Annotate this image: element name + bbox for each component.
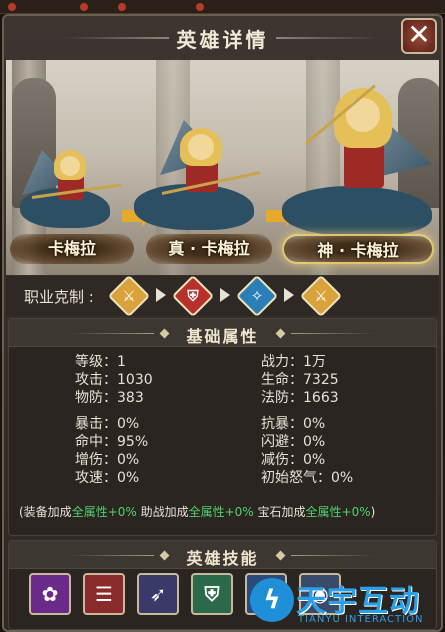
stat-level: 等级：1 [75,354,126,370]
skill-3-icon[interactable]: ➶ [137,573,179,615]
watermark-logo-icon: ϟ [250,578,294,622]
stat-magic-defense: 法防：1663 [261,390,339,406]
hero-skills-header: 英雄技能 [9,541,436,569]
stat-damage-boost: 增伤：0% [75,452,140,468]
attribute-bonus-summary: (装备加成全属性+0% 助战加成全属性+0% 宝石加成全属性+0%) [19,505,376,519]
skill-4-icon[interactable]: ⛨ [191,573,233,615]
panel-header: 英雄详情 ✕ [4,16,441,58]
watermark-subtext: TIANYU INTERACTION [298,614,424,625]
status-dot [118,3,126,11]
stat-power: 战力：1万 [261,354,326,370]
skill-2-icon[interactable]: ☰ [83,573,125,615]
stat-hit: 命中：95% [75,434,149,450]
rider-face [188,134,214,160]
stat-initial-rage: 初始怒气：0% [261,470,354,486]
stat-crit: 暴击：0% [75,416,140,432]
status-dot [80,3,88,11]
stage-3-name: 神 · 卡梅拉 [282,234,434,264]
stat-crit-resist: 抗暴：0% [261,416,326,432]
status-dot [196,3,204,11]
stat-physical-defense: 物防：383 [75,390,144,406]
watermark: ϟ 天宇互动 TIANYU INTERACTION [250,574,445,632]
header-ornament-right [276,37,381,39]
skill-1-icon[interactable]: ✿ [29,573,71,615]
stage-2-name: 真 · 卡梅拉 [146,234,272,264]
class-counter-label: 职业克制 : [24,288,94,306]
shield-class-icon[interactable]: ⛨ [171,274,215,318]
stat-hp: 生命：7325 [261,372,339,388]
stat-dodge: 闪避：0% [261,434,326,450]
lance-class-icon[interactable]: ⚔ [107,274,151,318]
counter-arrow-icon [156,288,166,302]
base-attributes-title: 基础属性 [186,327,259,346]
hero-detail-panel: 英雄详情 ✕ 卡梅拉 真 · 卡梅拉 神 · 卡梅拉 职业克制: ⚔ ⛨ ✧ … [2,14,443,632]
hero-stage-3-portrait[interactable] [276,82,438,252]
status-dot [8,3,16,11]
rider-face [60,156,80,176]
lance-class-icon-2[interactable]: ⚔ [299,274,343,318]
evolution-banner: 卡梅拉 真 · 卡梅拉 神 · 卡梅拉 [6,60,439,275]
close-button[interactable]: ✕ [401,18,437,54]
stat-attack: 攻击：1030 [75,372,153,388]
stage-1-name: 卡梅拉 [10,234,134,264]
magic-class-icon[interactable]: ✧ [235,274,279,318]
base-attributes-section: 基础属性 等级：1 攻击：1030 物防：383 暴击：0% 命中：95% 增伤… [8,318,437,536]
counter-arrow-icon [220,288,230,302]
stat-attack-speed: 攻速：0% [75,470,140,486]
section-ornament [291,333,376,334]
hero-stage-2-portrait[interactable] [126,120,266,250]
hero-skills-title: 英雄技能 [186,549,259,568]
section-ornament [291,555,376,556]
top-strip [0,0,445,14]
counter-arrow-icon [284,288,294,302]
stat-damage-reduction: 减伤：0% [261,452,326,468]
dragon-body [282,186,432,236]
class-counter-row: 职业克制 : ⚔ ⛨ ✧ ⚔ [6,274,439,318]
base-attributes-header: 基础属性 [9,319,436,347]
